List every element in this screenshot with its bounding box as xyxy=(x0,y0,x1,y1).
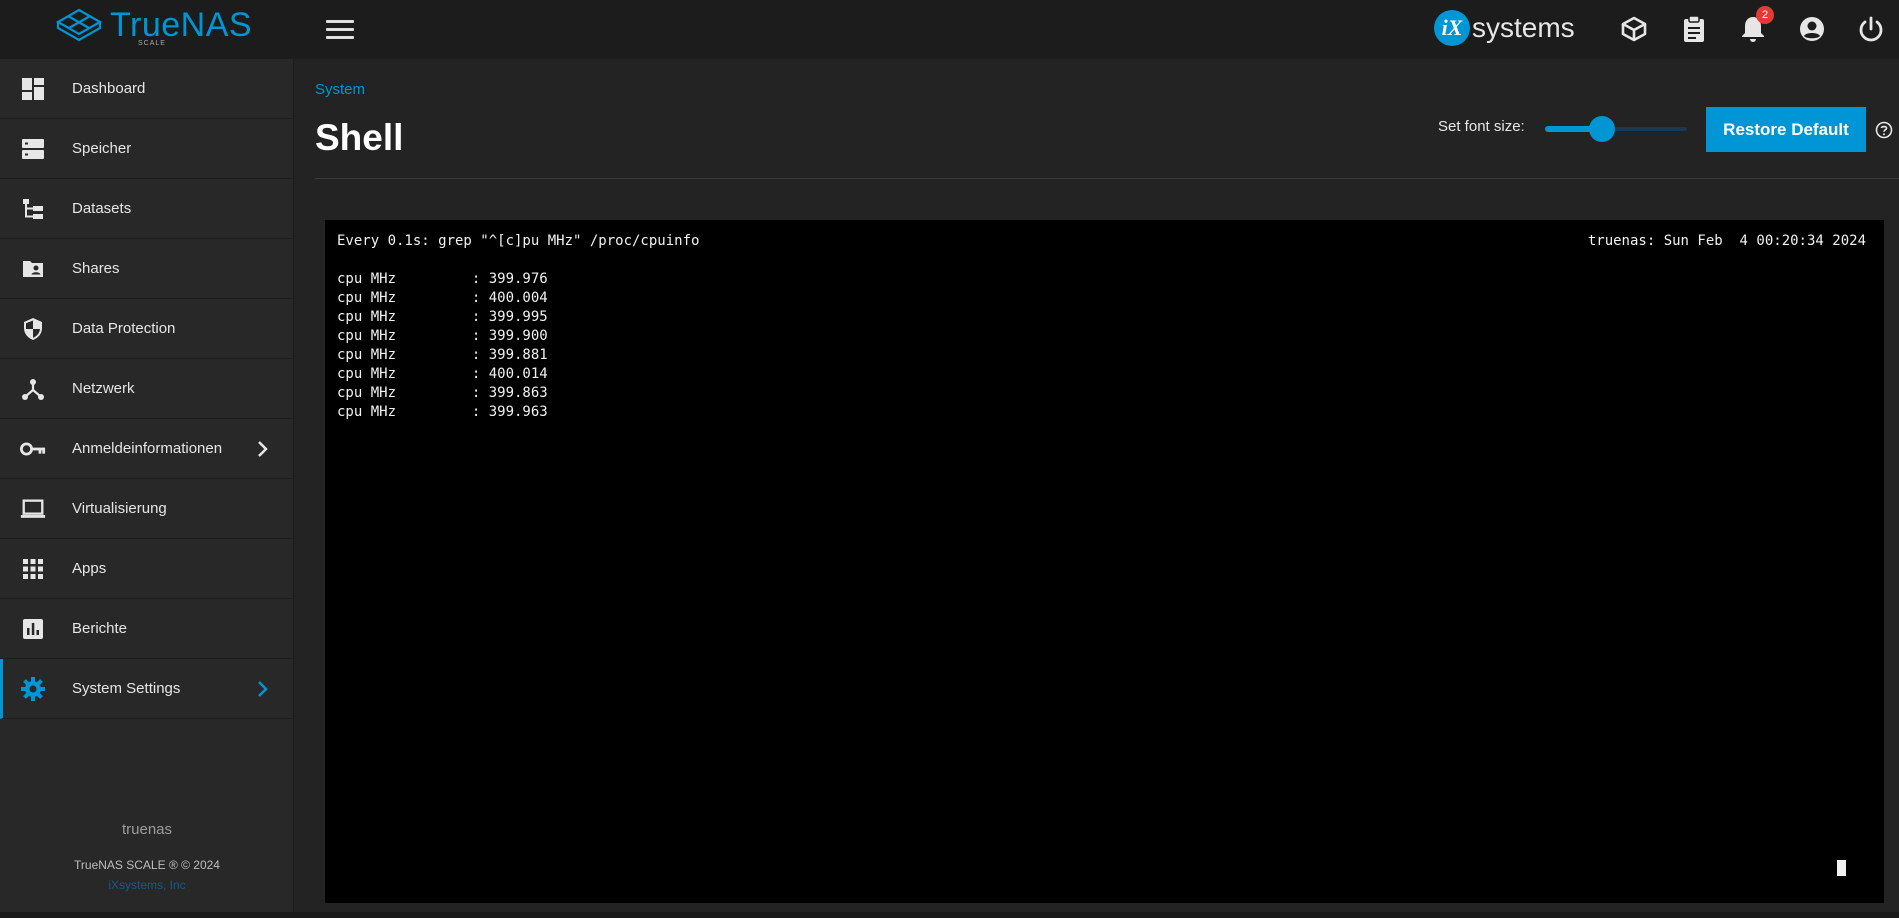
main-content: System Shell Set font size: Restore Defa… xyxy=(295,59,1899,918)
ixsystems-logo[interactable]: iX systems xyxy=(1434,10,1575,46)
copyright-text: TrueNAS SCALE ® © 2024 xyxy=(74,858,220,872)
reports-icon xyxy=(20,616,46,642)
slider-thumb[interactable] xyxy=(1589,116,1615,142)
power-button[interactable] xyxy=(1856,14,1886,44)
truecommand-icon xyxy=(1621,16,1647,42)
shares-icon xyxy=(20,256,46,282)
sidebar-item-system-settings[interactable]: System Settings xyxy=(0,659,293,719)
font-size-slider[interactable] xyxy=(1545,116,1687,142)
terminal-output-line: cpu MHz : 399.900 xyxy=(337,328,548,344)
menu-toggle-button[interactable] xyxy=(326,16,354,42)
terminal-output-line: cpu MHz : 400.014 xyxy=(337,366,548,382)
notifications-badge: 2 xyxy=(1756,6,1774,24)
ix-logo-text: systems xyxy=(1472,12,1575,43)
user-menu-button[interactable] xyxy=(1797,14,1827,44)
company-link[interactable]: iXsystems, Inc xyxy=(0,878,294,892)
dashboard-icon xyxy=(20,76,46,102)
jobs-button[interactable] xyxy=(1679,14,1709,44)
terminal-output-line: cpu MHz : 399.995 xyxy=(337,309,548,325)
help-icon[interactable] xyxy=(1875,121,1893,139)
sidebar-item-label: Virtualisierung xyxy=(72,500,167,517)
terminal-output-line: cpu MHz : 399.963 xyxy=(337,404,548,420)
breadcrumb[interactable]: System xyxy=(315,81,365,98)
sidebar-item-label: Dashboard xyxy=(72,80,146,97)
terminal-cursor xyxy=(1837,860,1846,876)
chevron-right-icon xyxy=(252,679,272,699)
shield-icon xyxy=(20,316,46,342)
terminal-output-line: cpu MHz : 399.863 xyxy=(337,385,548,401)
terminal-output-line: cpu MHz : 400.004 xyxy=(337,290,548,306)
key-icon xyxy=(20,436,46,462)
page-title: Shell xyxy=(315,117,404,158)
sidebar-item-data-protection[interactable]: Data Protection xyxy=(0,299,293,359)
sidebar-item-speicher[interactable]: Speicher xyxy=(0,119,293,179)
sidebar-item-dashboard[interactable]: Dashboard xyxy=(0,59,293,119)
shell-terminal[interactable]: Every 0.1s: grep "^[c]pu MHz" /proc/cpui… xyxy=(325,220,1884,903)
sidebar: Dashboard Speicher Datasets Shares Data … xyxy=(0,59,294,918)
gear-icon xyxy=(20,676,46,702)
header-divider xyxy=(315,178,1899,179)
account-circle-icon xyxy=(1800,17,1824,41)
notifications-button[interactable]: 2 xyxy=(1738,6,1774,44)
laptop-icon xyxy=(20,496,46,522)
bottom-strip xyxy=(0,912,1899,918)
clipboard-icon xyxy=(1684,15,1704,42)
sidebar-item-label: Shares xyxy=(72,260,120,277)
sidebar-item-datasets[interactable]: Datasets xyxy=(0,179,293,239)
terminal-output-line: cpu MHz : 399.976 xyxy=(337,271,548,287)
sidebar-item-label: Netzwerk xyxy=(72,380,135,397)
sidebar-item-label: Data Protection xyxy=(72,320,176,337)
datasets-icon xyxy=(20,196,46,222)
truecommand-button[interactable] xyxy=(1619,14,1649,44)
restore-default-button[interactable]: Restore Default xyxy=(1706,107,1866,152)
sidebar-item-label: System Settings xyxy=(72,680,181,697)
sidebar-item-label: Speicher xyxy=(72,140,132,157)
power-icon xyxy=(1859,16,1883,42)
terminal-header-timestamp: truenas: Sun Feb 4 00:20:34 2024 xyxy=(1587,233,1866,249)
font-size-label: Set font size: xyxy=(1438,118,1525,135)
chevron-right-icon xyxy=(252,439,272,459)
truenas-logo[interactable]: TrueNAS SCALE xyxy=(54,6,253,47)
sidebar-item-shares[interactable]: Shares xyxy=(0,239,293,299)
sidebar-item-netzwerk[interactable]: Netzwerk xyxy=(0,359,293,419)
sidebar-item-apps[interactable]: Apps xyxy=(0,539,293,599)
terminal-output-line: cpu MHz : 399.881 xyxy=(337,347,548,363)
sidebar-item-label: Anmeldeinformationen xyxy=(72,440,223,457)
truenas-logo-text: TrueNAS xyxy=(110,6,253,44)
storage-icon xyxy=(20,136,46,162)
apps-icon xyxy=(20,556,46,582)
sidebar-item-label: Datasets xyxy=(72,200,132,217)
truenas-logo-edition: SCALE xyxy=(138,40,166,47)
hostname-label: truenas xyxy=(121,821,173,838)
sidebar-item-label: Apps xyxy=(72,560,107,577)
truenas-logo-icon xyxy=(55,8,103,42)
sidebar-item-virtualisierung[interactable]: Virtualisierung xyxy=(0,479,293,539)
sidebar-item-berichte[interactable]: Berichte xyxy=(0,599,293,659)
network-icon xyxy=(20,376,46,402)
sidebar-item-anmeldeinformationen[interactable]: Anmeldeinformationen xyxy=(0,419,293,479)
terminal-header-command: Every 0.1s: grep "^[c]pu MHz" /proc/cpui… xyxy=(337,233,700,249)
sidebar-item-label: Berichte xyxy=(72,620,128,637)
top-bar: TrueNAS SCALE iX systems 2 xyxy=(0,0,1899,59)
ix-logo-mark: iX xyxy=(1434,10,1470,46)
